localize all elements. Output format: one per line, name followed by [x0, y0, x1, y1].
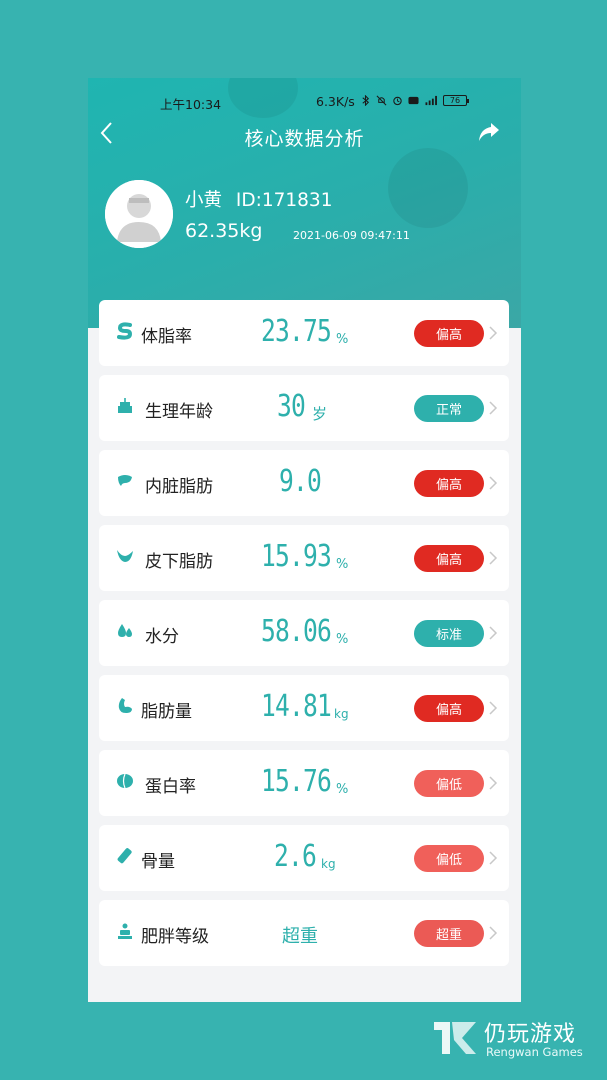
share-icon[interactable] — [477, 120, 501, 144]
metric-card-protein[interactable]: 蛋白率 15.76 % 偏低 — [99, 750, 509, 816]
protein-icon — [117, 773, 133, 789]
fat-mass-icon — [118, 698, 132, 713]
metric-unit: % — [336, 557, 349, 572]
measure-datetime: 2021-06-09 09:47:11 — [293, 229, 410, 242]
body-fat-icon — [117, 322, 133, 340]
network-speed: 6.3K/s — [316, 94, 355, 109]
status-time: 上午10:34 — [160, 97, 222, 112]
metric-value: 15.93 — [261, 539, 332, 574]
chevron-right-icon — [489, 926, 498, 940]
metric-label: 体脂率 — [141, 327, 192, 347]
metric-label: 脂肪量 — [141, 702, 192, 722]
metric-label: 肥胖等级 — [141, 927, 209, 947]
metric-unit: % — [336, 632, 349, 647]
user-name-line: 小黄 ID:171831 — [185, 186, 332, 212]
signal-icon — [425, 95, 437, 106]
metric-value: 15.76 — [261, 764, 332, 799]
metric-card-body-fat[interactable]: 体脂率 23.75 % 偏高 — [99, 300, 509, 366]
metric-card-visceral-fat[interactable]: 内脏脂肪 9.0 偏高 — [99, 450, 509, 516]
water-drop-icon — [118, 624, 132, 637]
metric-value: 9.0 — [279, 464, 322, 499]
metric-label: 骨量 — [141, 852, 175, 872]
hd-icon — [408, 96, 419, 105]
bone-icon — [117, 848, 132, 864]
obesity-icon — [118, 923, 132, 939]
metric-card-bone-mass[interactable]: 骨量 2.6 kg 偏低 — [99, 825, 509, 891]
user-name: 小黄 — [185, 190, 223, 211]
metric-unit: % — [336, 332, 349, 347]
chevron-right-icon — [489, 326, 498, 340]
metric-value: 58.06 — [261, 614, 332, 649]
status-badge: 标准 — [414, 620, 484, 647]
metric-value: 30 — [277, 389, 306, 424]
status-icons: 76 — [360, 95, 469, 106]
status-badge: 偏低 — [414, 845, 484, 872]
metric-unit: 岁 — [312, 405, 328, 423]
metric-value: 超重 — [282, 926, 318, 947]
user-avatar-icon — [105, 180, 173, 248]
rengwan-logo-icon — [434, 1022, 476, 1054]
chevron-right-icon — [489, 551, 498, 565]
chevron-right-icon — [489, 401, 498, 415]
metric-card-body-age[interactable]: 生理年龄 30 岁 正常 — [99, 375, 509, 441]
organ-icon — [118, 475, 132, 486]
watermark-subtitle: Rengwan Games — [486, 1045, 583, 1059]
user-weight: 62.35kg — [185, 220, 263, 242]
chevron-right-icon — [489, 851, 498, 865]
chevron-right-icon — [489, 626, 498, 640]
page-title: 核心数据分析 — [244, 128, 365, 150]
metric-card-obesity-level[interactable]: 肥胖等级 超重 超重 — [99, 900, 509, 966]
header: 上午10:34 6.3K/s 76 核心数据分析 小黄 ID:171831 62… — [88, 78, 521, 328]
metric-label: 内脏脂肪 — [145, 477, 213, 497]
alarm-icon — [393, 96, 402, 106]
metric-label: 蛋白率 — [145, 777, 196, 797]
metric-unit: kg — [334, 707, 349, 721]
metric-card-subcutaneous-fat[interactable]: 皮下脂肪 15.93 % 偏高 — [99, 525, 509, 591]
status-badge: 偏高 — [414, 695, 484, 722]
metric-value: 2.6 — [274, 839, 317, 874]
status-badge: 偏低 — [414, 770, 484, 797]
watermark: 仍玩游戏 Rengwan Games — [432, 1014, 602, 1064]
metric-value: 14.81 — [261, 689, 332, 724]
subcutaneous-icon — [117, 550, 133, 562]
chevron-right-icon — [489, 476, 498, 490]
watermark-title: 仍玩游戏 — [484, 1022, 577, 1047]
battery-indicator: 76 — [443, 95, 469, 106]
metric-value: 23.75 — [261, 314, 332, 349]
decor-bubble — [388, 148, 468, 228]
metric-unit: % — [336, 782, 349, 797]
status-badge: 偏高 — [414, 320, 484, 347]
metric-card-water[interactable]: 水分 58.06 % 标准 — [99, 600, 509, 666]
metric-label: 皮下脂肪 — [145, 552, 213, 572]
status-bar: 上午10:34 6.3K/s 76 — [88, 94, 521, 112]
status-badge: 偏高 — [414, 545, 484, 572]
bluetooth-icon — [362, 95, 370, 106]
status-badge: 超重 — [414, 920, 484, 947]
phone-screen: 上午10:34 6.3K/s 76 核心数据分析 小黄 ID:171831 62… — [88, 78, 521, 1002]
chevron-right-icon — [489, 701, 498, 715]
metric-card-fat-mass[interactable]: 脂肪量 14.81 kg 偏高 — [99, 675, 509, 741]
cake-icon — [118, 398, 132, 413]
user-id: ID:171831 — [235, 190, 333, 211]
mute-icon — [376, 95, 387, 106]
metric-label: 生理年龄 — [145, 402, 213, 422]
status-badge: 偏高 — [414, 470, 484, 497]
status-badge: 正常 — [414, 395, 484, 422]
chevron-right-icon — [489, 776, 498, 790]
metric-unit: kg — [321, 857, 336, 871]
metric-label: 水分 — [145, 627, 179, 647]
avatar[interactable] — [105, 180, 173, 248]
